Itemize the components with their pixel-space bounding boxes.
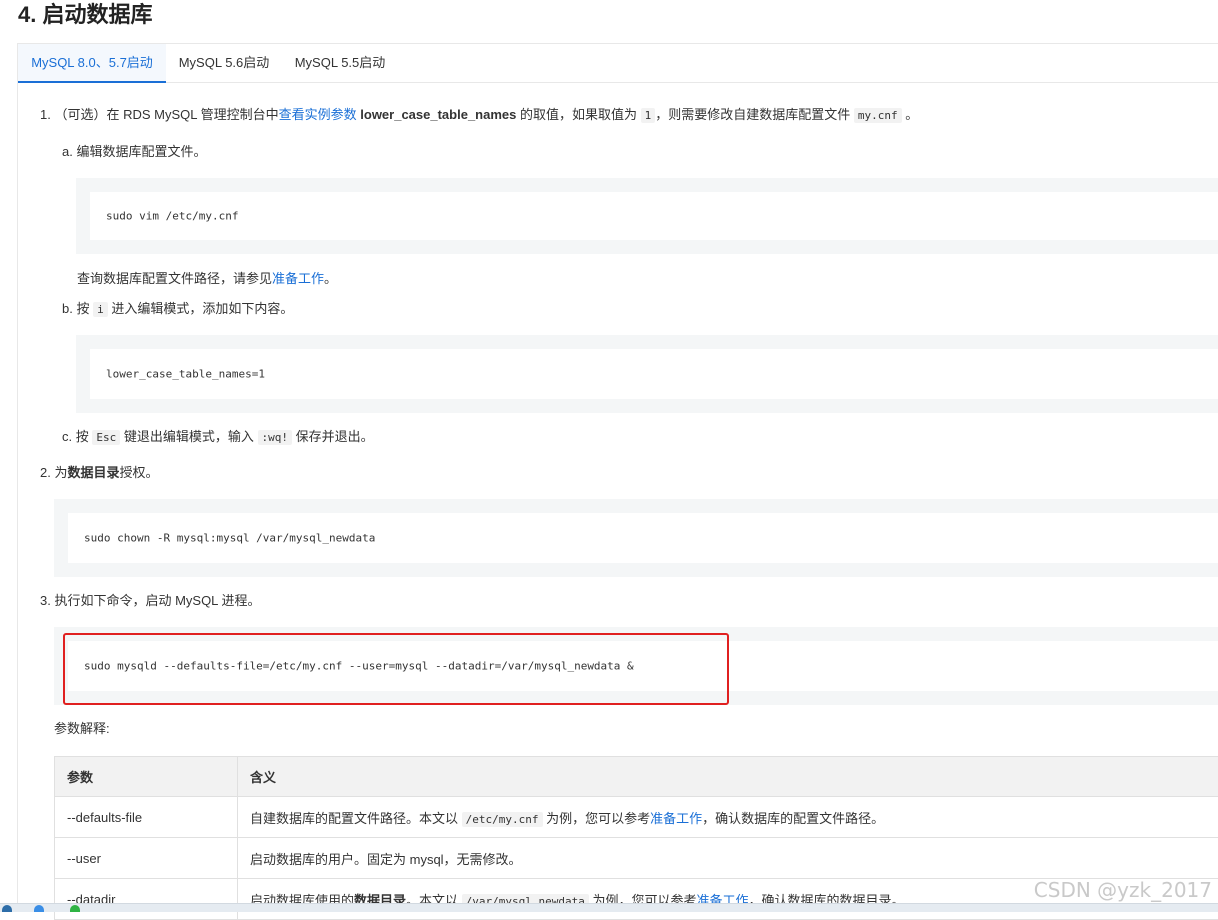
code-block: lower_case_table_names=1: [76, 335, 1218, 413]
table-header-row: 参数 含义: [55, 757, 1218, 797]
note-end: 。: [324, 271, 337, 286]
substep-c: c. 按 Esc 键退出编辑模式，输入 :wq! 保存并退出。: [62, 428, 374, 447]
step-number: 1.: [40, 107, 51, 122]
meaning-text: ，确认数据库的配置文件路径。: [702, 811, 884, 826]
step-2-prefix: 2. 为: [40, 465, 67, 480]
substep-b-suffix: 进入编辑模式，添加如下内容。: [111, 301, 293, 316]
app-icon[interactable]: [2, 905, 12, 912]
browser-icon[interactable]: [34, 905, 44, 912]
inline-code: /etc/my.cnf: [462, 812, 543, 827]
code-block: sudo chown -R mysql:mysql /var/mysql_new…: [54, 499, 1218, 577]
step-text: （可选）在 RDS MySQL 管理控制台中: [54, 107, 278, 122]
step-1: 1. （可选）在 RDS MySQL 管理控制台中查看实例参数 lower_ca…: [40, 106, 918, 125]
code-block: sudo vim /etc/my.cnf: [76, 178, 1218, 254]
meaning-cell: 启动数据库的用户。固定为 mysql，无需修改。: [238, 838, 1218, 879]
meaning-text: 自建数据库的配置文件路径。本文以: [250, 811, 458, 826]
inline-code: i: [93, 302, 108, 317]
prep-work-link[interactable]: 准备工作: [650, 811, 702, 826]
step-2: 2. 为数据目录授权。: [40, 464, 159, 482]
step-2-bold: 数据目录: [67, 465, 119, 480]
inline-code: Esc: [92, 430, 120, 445]
step-text: ，则需要修改自建数据库配置文件: [655, 107, 850, 122]
view-instance-params-link[interactable]: 查看实例参数: [279, 107, 357, 122]
substep-b-prefix: b. 按: [62, 301, 89, 316]
tab-mysql-56[interactable]: MySQL 5.6启动: [166, 44, 282, 82]
step-2-suffix: 授权。: [119, 465, 158, 480]
table-header-meaning: 含义: [238, 757, 1218, 797]
tab-mysql-55[interactable]: MySQL 5.5启动: [282, 44, 398, 82]
param-name: lower_case_table_names: [360, 107, 516, 122]
table-row: --defaults-file 自建数据库的配置文件路径。本文以 /etc/my…: [55, 797, 1218, 838]
step-3: 3. 执行如下命令，启动 MySQL 进程。: [40, 592, 261, 610]
param-cell: --defaults-file: [55, 797, 238, 838]
section-title: 4. 启动数据库: [18, 0, 152, 30]
step-text: 的取值，如果取值为: [520, 107, 637, 122]
inline-code: :wq!: [258, 430, 293, 445]
meaning-text: 为例，您可以参考: [546, 811, 650, 826]
code-text[interactable]: sudo vim /etc/my.cnf: [106, 210, 238, 223]
step-text: 。: [905, 107, 918, 122]
table-header-param: 参数: [55, 757, 238, 797]
tab-mysql-80-57[interactable]: MySQL 8.0、5.7启动: [18, 44, 166, 83]
substep-c-suffix: 保存并退出。: [296, 429, 374, 444]
prep-work-link[interactable]: 准备工作: [272, 271, 324, 286]
taskbar-strip: [0, 903, 1218, 912]
substep-c-mid: 键退出编辑模式，输入: [124, 429, 254, 444]
substep-b: b. 按 i 进入编辑模式，添加如下内容。: [62, 300, 293, 319]
code-text[interactable]: lower_case_table_names=1: [106, 368, 265, 381]
param-cell: --datadir: [55, 879, 238, 920]
table-row: --user 启动数据库的用户。固定为 mysql，无需修改。: [55, 838, 1218, 879]
highlight-box: [63, 633, 729, 705]
substep-a-note: 查询数据库配置文件路径，请参见准备工作。: [77, 270, 337, 288]
csdn-watermark: CSDN @yzk_2017: [1034, 878, 1212, 902]
params-label: 参数解释:: [54, 720, 110, 738]
tab-bar: MySQL 8.0、5.7启动 MySQL 5.6启动 MySQL 5.5启动: [18, 44, 1218, 83]
inline-code: my.cnf: [854, 108, 902, 123]
substep-c-prefix: c. 按: [62, 429, 89, 444]
chrome-icon[interactable]: [70, 905, 80, 912]
note-text: 查询数据库配置文件路径，请参见: [77, 271, 272, 286]
meaning-cell: 自建数据库的配置文件路径。本文以 /etc/my.cnf 为例，您可以参考准备工…: [238, 797, 1218, 838]
inline-code: 1: [641, 108, 656, 123]
param-cell: --user: [55, 838, 238, 879]
substep-a-label: a. 编辑数据库配置文件。: [62, 143, 206, 161]
code-text[interactable]: sudo chown -R mysql:mysql /var/mysql_new…: [84, 532, 375, 545]
